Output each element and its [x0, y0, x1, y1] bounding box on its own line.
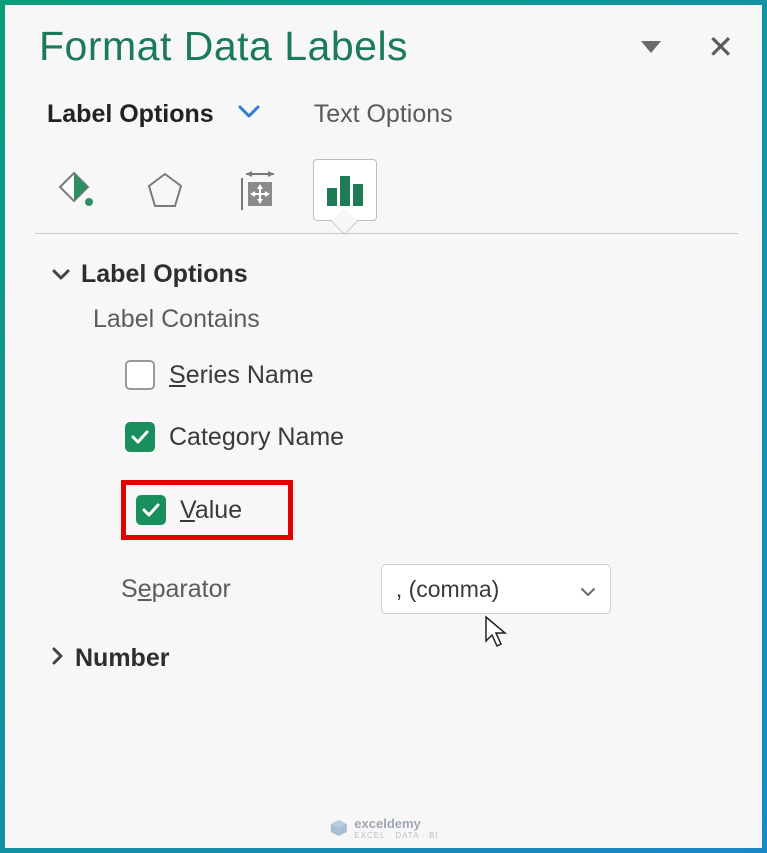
label-options-icon[interactable]	[313, 159, 377, 221]
checkbox-category-name[interactable]: Category Name	[121, 418, 354, 456]
tab-label-options[interactable]: Label Options	[47, 100, 214, 129]
panel-options-dropdown-icon[interactable]	[641, 41, 661, 53]
checkbox-value[interactable]: Value	[121, 480, 293, 540]
chevron-down-icon	[51, 260, 71, 289]
section-label: Number	[75, 644, 169, 673]
checkbox-icon	[136, 495, 166, 525]
separator-select[interactable]: , (comma)	[381, 564, 611, 614]
chevron-down-icon	[580, 576, 596, 603]
close-icon[interactable]: ✕	[707, 28, 734, 66]
section-number[interactable]: Number	[39, 644, 734, 673]
format-data-labels-panel: Format Data Labels ✕ Label Options Text …	[5, 5, 762, 848]
select-value: , (comma)	[396, 576, 500, 603]
size-properties-icon[interactable]	[223, 159, 287, 221]
effects-icon[interactable]	[133, 159, 197, 221]
tab-text-options[interactable]: Text Options	[314, 100, 453, 129]
separator-label: Separator	[121, 575, 231, 604]
checkbox-icon	[125, 360, 155, 390]
checkbox-series-name[interactable]: Series Name	[121, 356, 324, 394]
chevron-down-icon[interactable]	[238, 105, 260, 124]
label-contains-heading: Label Contains	[93, 305, 734, 334]
checkbox-icon	[125, 422, 155, 452]
watermark: exceldemy EXCEL · DATA · BI	[328, 816, 438, 840]
panel-title: Format Data Labels	[39, 23, 408, 70]
chevron-right-icon	[51, 644, 65, 673]
divider	[35, 233, 738, 234]
checkbox-label: Value	[180, 496, 242, 525]
section-label: Label Options	[81, 260, 248, 289]
checkbox-label: Category Name	[169, 423, 344, 452]
cursor-icon	[483, 615, 509, 656]
section-label-options[interactable]: Label Options	[39, 260, 734, 289]
fill-line-icon[interactable]	[43, 159, 107, 221]
checkbox-label: Series Name	[169, 361, 314, 390]
